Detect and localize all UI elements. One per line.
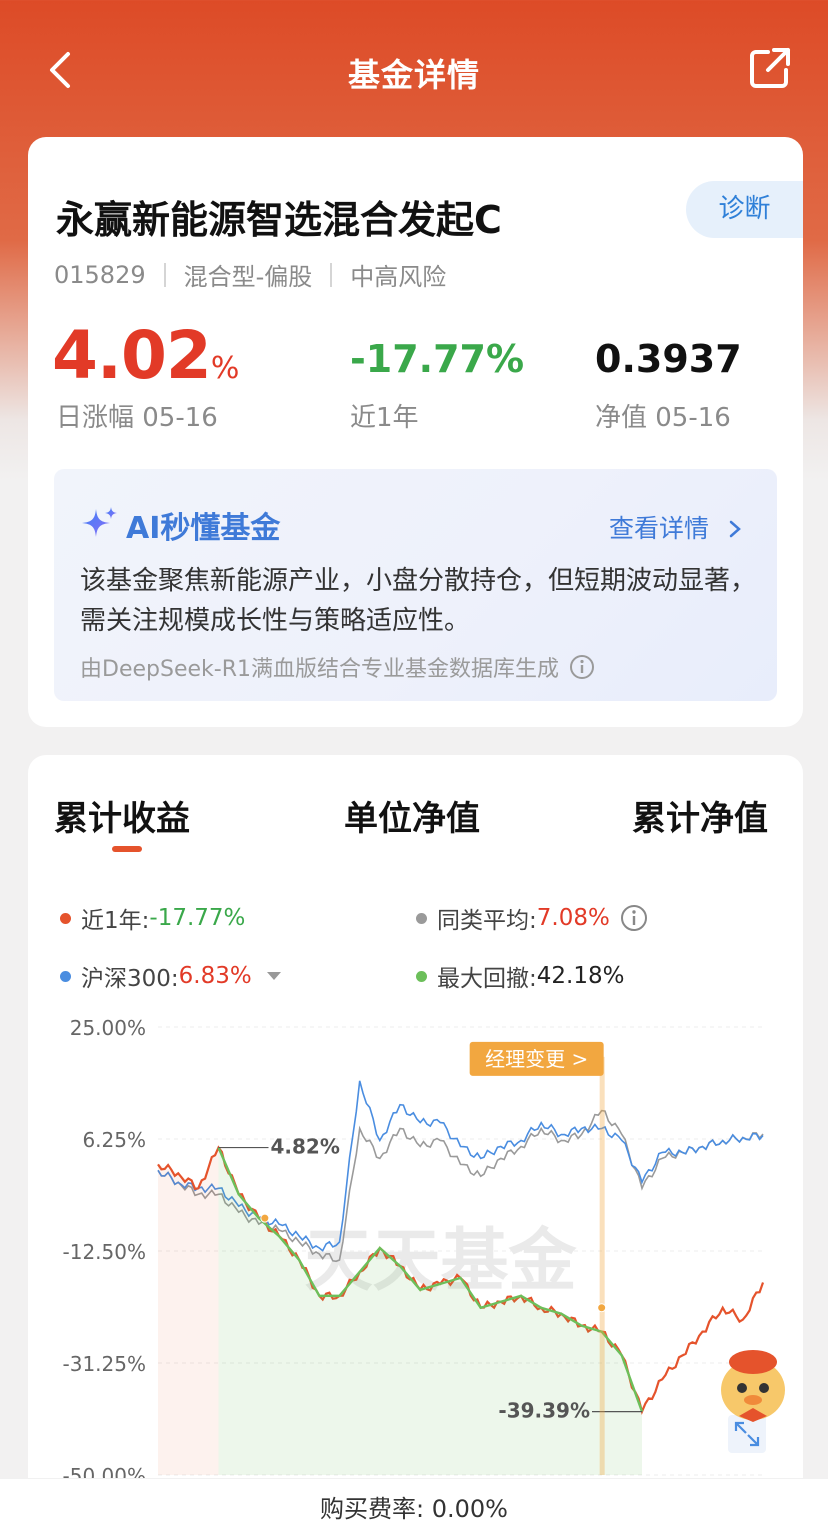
legend-value: 6.83% [178, 963, 252, 989]
legend-label: 同类平均: [437, 908, 537, 934]
ai-more-label: 查看详情 [609, 514, 710, 543]
manager-change-line [599, 1056, 605, 1475]
drawdown-area [218, 1147, 642, 1475]
sparkle-icon [82, 507, 117, 537]
return-chart[interactable]: 天天基金4.82%-39.39%经理变更 > [28, 1005, 803, 1505]
peak-label: 4.82% [271, 1135, 340, 1159]
daily-change-unit: % [210, 351, 240, 386]
ai-more-link[interactable]: 查看详情 [609, 509, 743, 545]
daily-change-value: 4.02 [52, 317, 212, 394]
year-change-label: 近1年 [350, 403, 419, 433]
manager-change-label: 经理变更 > [485, 1047, 588, 1071]
chevron-right-icon [729, 520, 741, 538]
nav-label: 净值 05-16 [595, 403, 731, 433]
legend-value: -17.77% [149, 905, 246, 931]
tab-cumulative-nav[interactable]: 累计净值 [632, 791, 768, 840]
manager-change-marker [597, 1303, 607, 1313]
tab-indicator [112, 846, 142, 852]
ai-source: 由DeepSeek-R1满血版结合专业基金数据库生成 [80, 651, 595, 683]
expand-icon[interactable] [728, 1415, 766, 1453]
legend-max-drawdown: 最大回撤: 42.18% [416, 959, 624, 993]
legend-label: 沪深300: [81, 966, 179, 992]
legend-label: 最大回撤: [437, 966, 537, 992]
legend-value: 42.18% [536, 963, 625, 989]
tab-cumulative-return[interactable]: 累计收益 [54, 791, 190, 840]
header-bar: 基金详情 [0, 0, 828, 140]
year-change-value: -17.77% [350, 337, 525, 381]
diagnose-button[interactable]: 诊断 [686, 181, 803, 238]
trough-label: -39.39% [498, 1399, 590, 1423]
ai-summary-panel[interactable]: AI秒懂基金 查看详情 该基金聚焦新能源产业，小盘分散持仓，但短期波动显著，需关… [54, 469, 777, 701]
legend-near-year: 近1年: -17.77% [60, 901, 245, 935]
performance-card: 累计收益 单位净值 累计净值 近1年: -17.77% 同类平均: 7.08% … [28, 755, 803, 1539]
legend-dot [60, 970, 71, 982]
caret-down-icon [266, 972, 281, 980]
ai-source-text: 由DeepSeek-R1满血版结合专业基金数据库生成 [80, 657, 559, 682]
fund-type: 混合型-偏股 [183, 263, 313, 291]
fund-code: 015829 [54, 260, 146, 289]
ai-title: AI秒懂基金 [80, 503, 280, 547]
legend-dot [60, 912, 71, 924]
fund-summary-card: 永赢新能源智选混合发起C 诊断 015829 混合型-偏股 中高风险 4.02%… [28, 137, 803, 467]
mascot-icon [721, 1350, 785, 1422]
daily-change-label: 日涨幅 05-16 [56, 403, 218, 433]
info-icon [569, 655, 594, 679]
daily-change-stat: 4.02% [52, 317, 239, 394]
pre-peak-area [158, 1147, 219, 1475]
share-icon[interactable] [748, 46, 792, 90]
purchase-fee: 购买费率: 0.00% [0, 1478, 828, 1539]
fund-meta: 015829 混合型-偏股 中高风险 [54, 257, 446, 292]
ai-title-text: AI秒懂基金 [126, 511, 281, 546]
fund-name: 永赢新能源智选混合发起C [56, 198, 502, 242]
legend-value: 7.08% [536, 905, 610, 931]
legend-label: 近1年: [81, 908, 150, 934]
info-icon[interactable] [620, 904, 648, 932]
ai-card: AI秒懂基金 查看详情 该基金聚焦新能源产业，小盘分散持仓，但短期波动显著，需关… [28, 467, 803, 727]
divider [163, 262, 166, 287]
event-marker [260, 1213, 270, 1223]
tab-unit-nav[interactable]: 单位净值 [344, 791, 480, 840]
divider [330, 262, 333, 287]
legend-dot [416, 912, 427, 924]
ai-summary-text: 该基金聚焦新能源产业，小盘分散持仓，但短期波动显著，需关注规模成长性与策略适应性… [80, 566, 757, 636]
legend-peer-average: 同类平均: 7.08% [416, 901, 648, 935]
legend-hs300[interactable]: 沪深300: 6.83% [60, 959, 282, 993]
fund-risk: 中高风险 [350, 263, 447, 291]
page-title: 基金详情 [347, 56, 480, 94]
legend-dot [416, 970, 427, 982]
nav-value: 0.3937 [595, 337, 742, 381]
